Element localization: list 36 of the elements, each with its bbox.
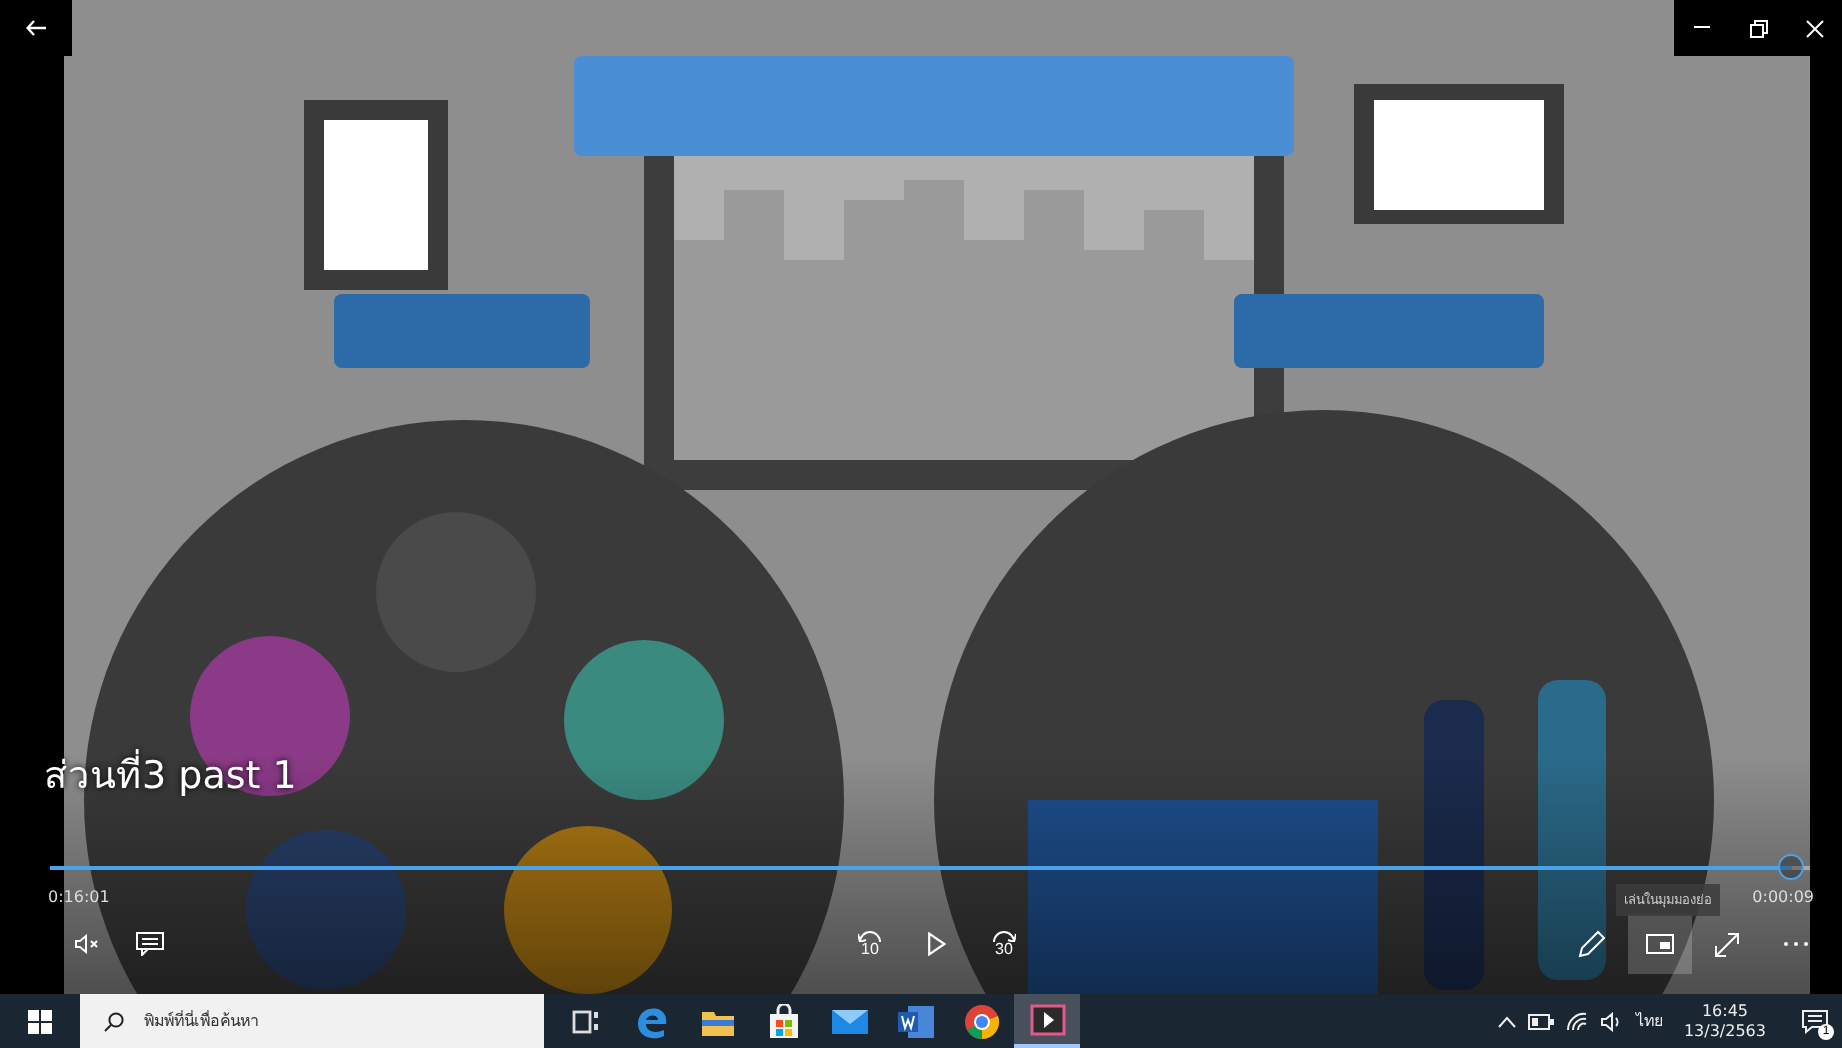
browser-icon xyxy=(633,1003,669,1039)
skip-back-button[interactable]: 10 xyxy=(848,918,892,970)
mail-icon xyxy=(831,1007,867,1035)
mini-view-button[interactable] xyxy=(1628,914,1692,974)
forward-arrow-icon xyxy=(992,930,1016,942)
search-icon xyxy=(104,1011,124,1031)
back-arrow-icon xyxy=(26,20,46,36)
battery-icon xyxy=(1527,1013,1554,1029)
video-title: ส่วนที่3 past 1 xyxy=(44,744,297,804)
pen-icon xyxy=(1578,930,1606,958)
restore-icon xyxy=(1749,19,1767,37)
rewind-arrow-icon xyxy=(858,930,882,942)
browser-icon xyxy=(963,1003,999,1039)
taskbar-app-button[interactable] xyxy=(1014,994,1080,1048)
wifi-icon xyxy=(1565,1011,1588,1031)
expand-icon xyxy=(1713,931,1739,957)
search-field[interactable]: พิมพ์ที่นี่เพื่อค้นหา xyxy=(140,1010,528,1032)
muted-speaker-icon xyxy=(74,934,102,954)
clock[interactable]: 16:45 13/3/2563 xyxy=(1683,1001,1766,1041)
message-icon xyxy=(1801,1009,1827,1033)
document-app-icon xyxy=(897,1005,933,1037)
skip-forward-button[interactable]: 30 xyxy=(982,918,1026,970)
windows-logo-icon xyxy=(28,1009,52,1033)
minimize-icon xyxy=(1694,26,1710,30)
close-icon xyxy=(1805,19,1823,37)
mini-view-icon xyxy=(1646,934,1674,954)
speaker-icon xyxy=(1599,1011,1624,1031)
task-view-icon xyxy=(571,1009,599,1033)
subtitles-icon xyxy=(136,932,164,956)
chevron-up-icon xyxy=(1497,1015,1516,1027)
seek-handle[interactable] xyxy=(1778,854,1805,880)
shopping-bag-icon xyxy=(767,1003,799,1039)
search-box[interactable]: พิมพ์ที่นี่เพื่อค้นหา xyxy=(80,994,544,1048)
video-player-icon xyxy=(1029,1003,1065,1035)
play-icon xyxy=(927,932,945,956)
input-language[interactable]: ไทย xyxy=(1635,1008,1664,1034)
